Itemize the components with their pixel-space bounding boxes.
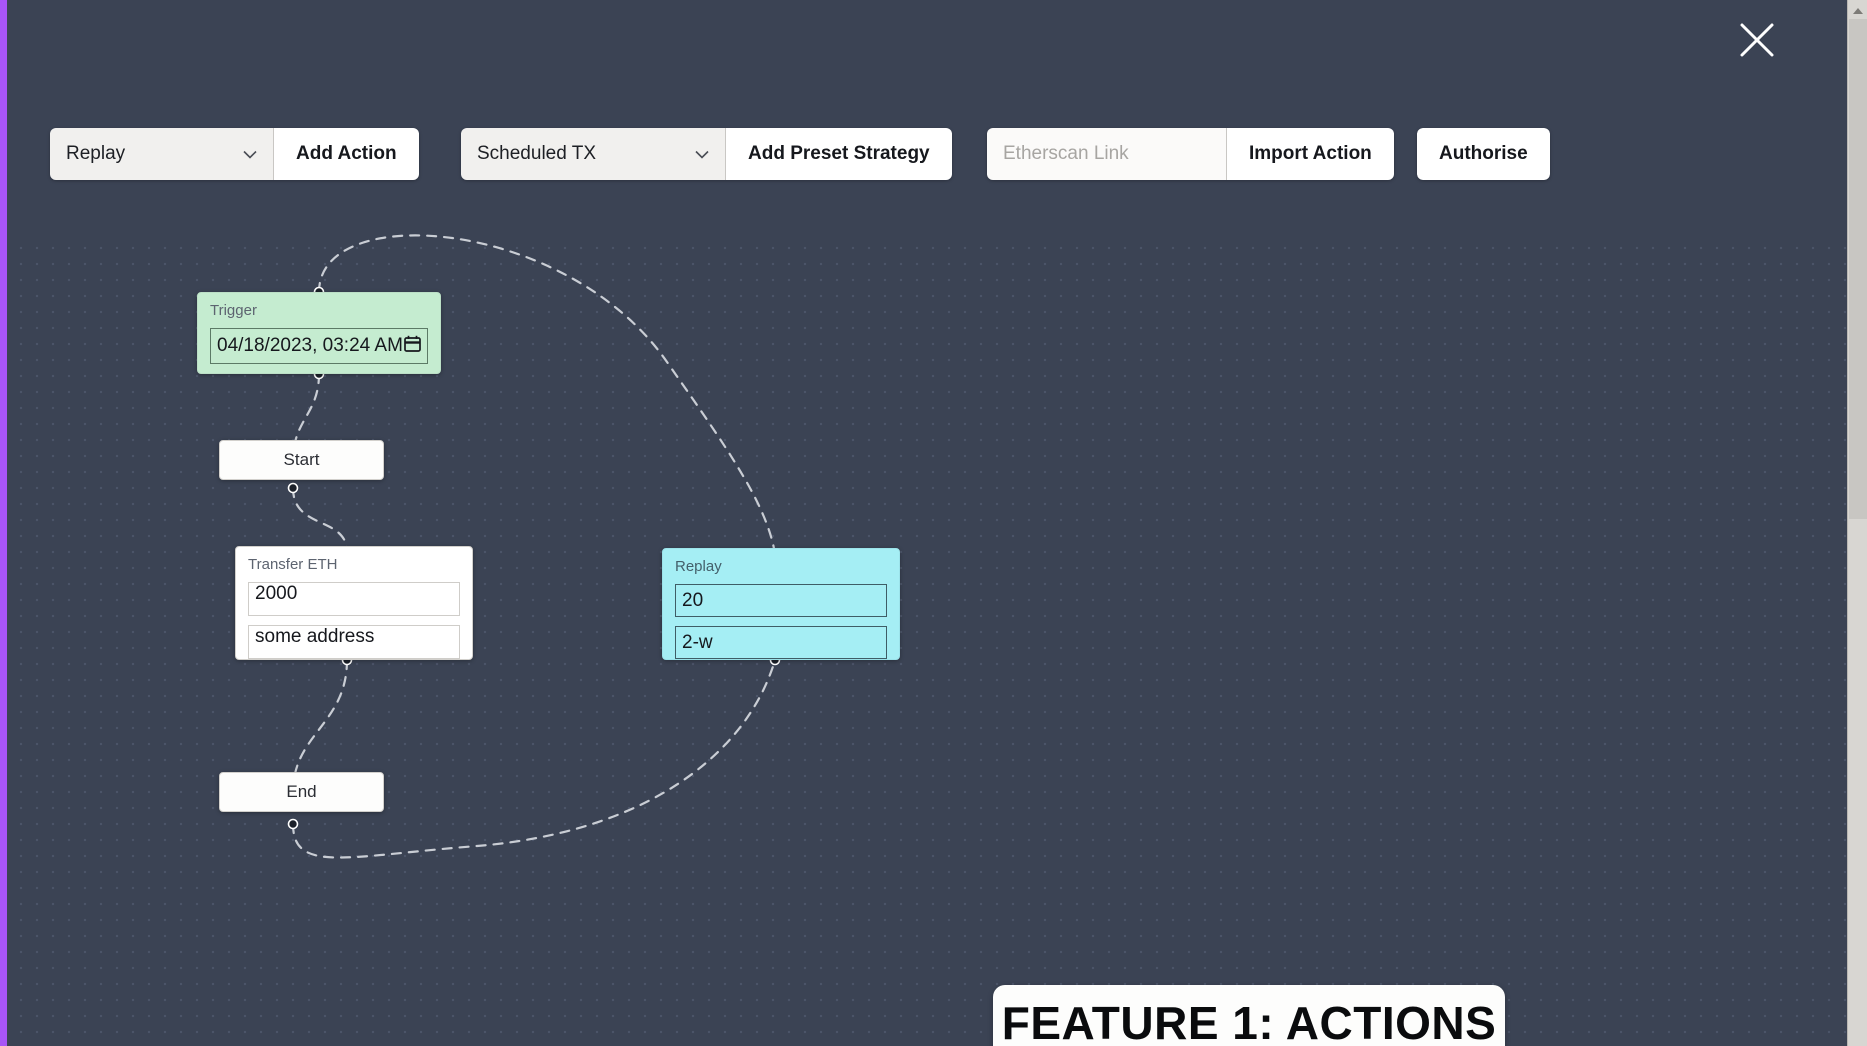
transfer-eth-address-input[interactable]: some address xyxy=(248,625,460,659)
edge-trigger-to-replay xyxy=(317,234,777,556)
actions-flow-editor: Replay Add Action Scheduled TX Add Prese… xyxy=(0,0,1867,1046)
chevron-down-icon xyxy=(237,150,273,159)
add-preset-strategy-button[interactable]: Add Preset Strategy xyxy=(726,128,952,180)
authorise-group: Authorise xyxy=(1417,128,1550,180)
feature-banner: FEATURE 1: ACTIONS xyxy=(993,985,1505,1046)
edge-start-to-transfer xyxy=(291,486,349,554)
authorise-button[interactable]: Authorise xyxy=(1417,128,1550,180)
replay-interval-input[interactable]: 2-w xyxy=(675,626,887,659)
node-trigger-title: Trigger xyxy=(210,302,257,319)
scrollbar-thumb[interactable] xyxy=(1849,19,1867,519)
calendar-icon[interactable] xyxy=(404,335,421,358)
strategy-type-select-value: Scheduled TX xyxy=(477,143,597,164)
scroll-up-arrow-icon[interactable] xyxy=(1848,2,1867,19)
toolbar: Replay Add Action Scheduled TX Add Prese… xyxy=(7,128,1847,180)
add-action-button[interactable]: Add Action xyxy=(274,128,419,180)
action-type-select[interactable]: Replay xyxy=(50,128,274,180)
action-type-select-value: Replay xyxy=(66,143,126,164)
import-action-button[interactable]: Import Action xyxy=(1227,128,1394,180)
etherscan-link-input[interactable]: Etherscan Link xyxy=(987,128,1227,180)
chevron-down-icon xyxy=(689,150,725,159)
node-replay-title: Replay xyxy=(675,558,722,575)
transfer-eth-amount-input[interactable]: 2000 xyxy=(248,582,460,616)
add-action-group: Replay Add Action xyxy=(50,128,419,180)
trigger-datetime-input[interactable]: 04/18/2023, 03:24 AM xyxy=(210,328,428,364)
node-start-label: Start xyxy=(283,450,320,469)
node-transfer-eth[interactable]: Transfer ETH 2000 some address xyxy=(235,546,473,660)
add-preset-strategy-group: Scheduled TX Add Preset Strategy xyxy=(461,128,952,180)
vertical-scrollbar[interactable] xyxy=(1847,0,1867,1046)
import-action-group: Etherscan Link Import Action xyxy=(987,128,1394,180)
node-end[interactable]: End xyxy=(219,772,384,812)
node-trigger[interactable]: Trigger 04/18/2023, 03:24 AM xyxy=(197,292,441,374)
strategy-type-select[interactable]: Scheduled TX xyxy=(461,128,726,180)
close-icon[interactable] xyxy=(1734,17,1780,63)
node-transfer-eth-title: Transfer ETH xyxy=(248,556,338,573)
edge-end-to-replay xyxy=(291,658,777,859)
node-start[interactable]: Start xyxy=(219,440,384,480)
left-accent-strip xyxy=(0,0,7,1046)
feature-banner-label: FEATURE 1: ACTIONS xyxy=(1001,997,1497,1046)
etherscan-link-placeholder: Etherscan Link xyxy=(1003,143,1129,164)
node-end-label: End xyxy=(286,782,317,801)
trigger-datetime-value: 04/18/2023, 03:24 AM xyxy=(217,335,403,356)
flow-canvas[interactable]: Trigger 04/18/2023, 03:24 AM Start Trans… xyxy=(7,234,1847,1046)
replay-count-input[interactable]: 20 xyxy=(675,584,887,617)
modal-panel: Replay Add Action Scheduled TX Add Prese… xyxy=(7,0,1847,1046)
node-replay[interactable]: Replay 20 2-w xyxy=(662,548,900,660)
